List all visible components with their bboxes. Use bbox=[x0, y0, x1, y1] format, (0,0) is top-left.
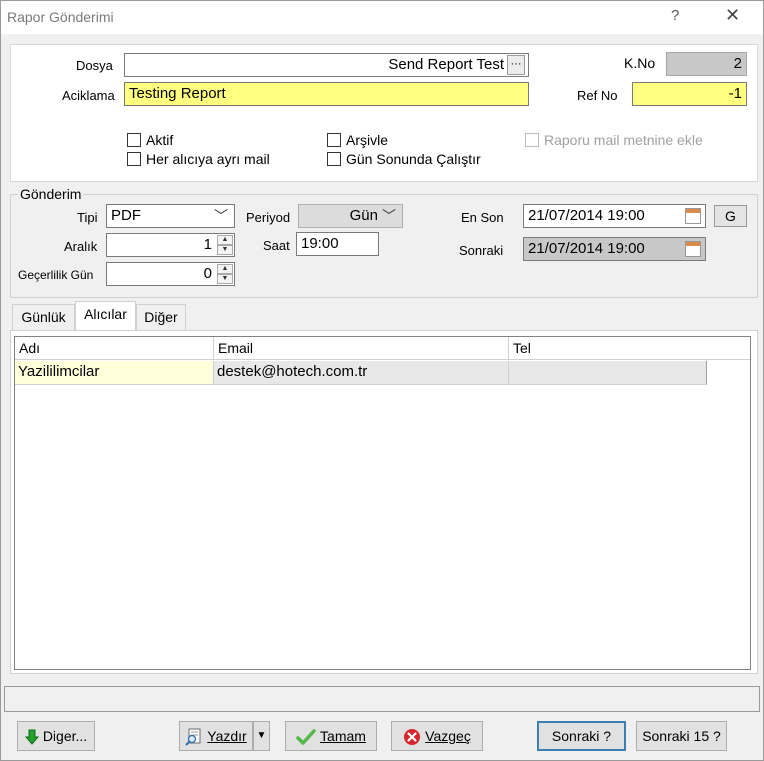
refno-label: Ref No bbox=[577, 88, 618, 103]
periyod-dropdown[interactable]: Gün ﹀ bbox=[298, 204, 403, 228]
tab-gunluk[interactable]: Günlük bbox=[12, 304, 75, 330]
vazgec-label: Vazgeç bbox=[425, 728, 471, 744]
aktif-label: Aktif bbox=[146, 132, 174, 148]
refno-field[interactable]: -1 bbox=[632, 82, 747, 106]
gecerlilik-value: 0 bbox=[203, 265, 212, 282]
yazdir-dropdown-button[interactable]: ▼ bbox=[253, 721, 270, 751]
spin-down-icon[interactable]: ▼ bbox=[217, 274, 233, 284]
tipi-label: Tipi bbox=[77, 210, 98, 225]
periyod-label: Periyod bbox=[246, 210, 291, 225]
aciklama-field[interactable]: Testing Report bbox=[124, 82, 529, 106]
gun-sonunda-checkbox[interactable] bbox=[327, 152, 341, 166]
arrow-down-icon bbox=[24, 729, 39, 746]
tamam-button[interactable]: Tamam bbox=[285, 721, 377, 751]
cancel-icon bbox=[404, 729, 421, 746]
recipients-grid[interactable]: Adı Email Tel Yazililimcilar destek@hote… bbox=[14, 336, 751, 670]
dosya-label: Dosya bbox=[76, 58, 113, 73]
tipi-value: PDF bbox=[111, 207, 141, 224]
saat-field[interactable]: 19:00 bbox=[296, 232, 379, 256]
tamam-label: Tamam bbox=[320, 728, 366, 744]
diger-label: Diger... bbox=[42, 728, 88, 744]
aktif-checkbox[interactable] bbox=[127, 133, 141, 147]
help-button[interactable]: ? bbox=[671, 7, 679, 24]
aralik-value: 1 bbox=[203, 236, 212, 253]
calendar-icon bbox=[685, 241, 701, 257]
raporu-mail-label: Raporu mail metnine ekle bbox=[544, 132, 703, 148]
her-aliciya-label: Her alıcıya ayrı mail bbox=[146, 151, 270, 167]
cell-tel[interactable] bbox=[509, 361, 707, 385]
yazdir-button[interactable]: Yazdır bbox=[179, 721, 253, 751]
arsivle-checkbox[interactable] bbox=[327, 133, 341, 147]
tab-alicilar[interactable]: Alıcılar bbox=[75, 301, 136, 330]
check-icon bbox=[296, 729, 316, 746]
column-header-email[interactable]: Email bbox=[214, 337, 509, 360]
title-bar: Rapor Gönderimi ? ✕ bbox=[0, 0, 764, 34]
aciklama-label: Aciklama bbox=[62, 88, 115, 103]
tipi-dropdown[interactable]: PDF ﹀ bbox=[106, 204, 235, 228]
gun-sonunda-label: Gün Sonunda Çalıştır bbox=[346, 151, 481, 167]
cell-adi[interactable]: Yazililimcilar bbox=[15, 361, 214, 385]
kno-field: 2 bbox=[666, 52, 747, 76]
raporu-mail-checkbox bbox=[525, 133, 539, 147]
enson-value: 21/07/2014 19:00 bbox=[528, 207, 645, 224]
sonraki-15-button[interactable]: Sonraki 15 ? bbox=[636, 721, 727, 751]
caret-down-icon: ▼ bbox=[256, 730, 267, 741]
sonraki-datefield: 21/07/2014 19:00 bbox=[523, 237, 706, 261]
arsivle-label: Arşivle bbox=[346, 132, 389, 148]
chevron-down-icon: ﹀ bbox=[382, 208, 396, 224]
close-button[interactable]: ✕ bbox=[725, 5, 740, 26]
sonraki-button[interactable]: Sonraki ? bbox=[537, 721, 626, 751]
sonraki-value: 21/07/2014 19:00 bbox=[528, 240, 645, 257]
spin-up-icon[interactable]: ▲ bbox=[217, 264, 233, 274]
dosya-browse-button[interactable]: ··· bbox=[507, 55, 525, 75]
print-preview-icon bbox=[185, 728, 201, 747]
g-button[interactable]: G bbox=[714, 205, 747, 227]
spin-down-icon[interactable]: ▼ bbox=[217, 245, 233, 255]
kno-label: K.No bbox=[624, 55, 656, 71]
her-aliciya-checkbox[interactable] bbox=[127, 152, 141, 166]
aralik-label: Aralık bbox=[64, 239, 98, 254]
column-header-tel[interactable]: Tel bbox=[509, 337, 750, 360]
enson-datefield[interactable]: 21/07/2014 19:00 bbox=[523, 204, 706, 228]
saat-label: Saat bbox=[263, 238, 290, 253]
aralik-spinbox[interactable]: 1 ▲ ▼ bbox=[106, 233, 235, 257]
yazdir-label: Yazdır bbox=[207, 728, 247, 744]
sonraki-label: Sonraki bbox=[459, 243, 504, 258]
gonderim-legend: Gönderim bbox=[18, 186, 84, 202]
column-header-adi[interactable]: Adı bbox=[15, 337, 214, 360]
gecerlilik-label: Geçerlilik Gün bbox=[18, 268, 94, 282]
diger-button[interactable]: Diger... bbox=[17, 721, 95, 751]
calendar-icon[interactable] bbox=[685, 208, 701, 224]
vazgec-button[interactable]: Vazgeç bbox=[391, 721, 483, 751]
gecerlilik-spinbox[interactable]: 0 ▲ ▼ bbox=[106, 262, 235, 286]
tab-diger[interactable]: Diğer bbox=[136, 304, 186, 330]
chevron-down-icon: ﹀ bbox=[214, 208, 228, 224]
window-title: Rapor Gönderimi bbox=[7, 9, 114, 25]
periyod-value: Gün bbox=[349, 207, 378, 224]
enson-label: En Son bbox=[461, 210, 504, 225]
spin-up-icon[interactable]: ▲ bbox=[217, 235, 233, 245]
dosya-field[interactable]: Send Report Test bbox=[124, 53, 529, 77]
status-bar bbox=[4, 686, 760, 712]
cell-email[interactable]: destek@hotech.com.tr bbox=[214, 361, 509, 385]
